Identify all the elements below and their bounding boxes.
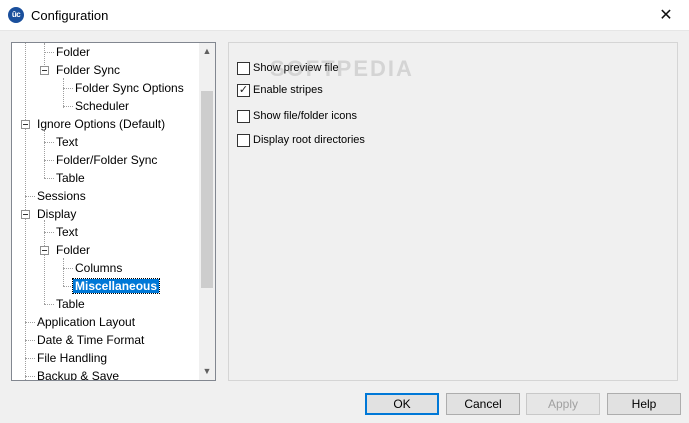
tree-branch	[44, 160, 54, 161]
tree-item-file-handling[interactable]: File Handling	[35, 349, 109, 367]
scroll-down-icon[interactable]: ▼	[199, 363, 215, 380]
tree-item-display-text[interactable]: Text	[54, 223, 80, 241]
tree-branch	[25, 358, 35, 359]
tree-item-date-time-format[interactable]: Date & Time Format	[35, 331, 146, 349]
collapse-icon[interactable]	[21, 210, 30, 219]
tree-item-folder-folder-sync[interactable]: Folder/Folder Sync	[54, 151, 159, 169]
cancel-button[interactable]: Cancel	[446, 393, 520, 415]
tree-line	[63, 258, 64, 286]
scroll-up-icon[interactable]: ▲	[199, 43, 215, 60]
checkbox-show-file-folder-icons[interactable]	[237, 110, 250, 123]
tree-item-application-layout[interactable]: Application Layout	[35, 313, 137, 331]
tree-item-columns[interactable]: Columns	[73, 259, 124, 277]
tree-item-miscellaneous[interactable]: Miscellaneous	[71, 277, 161, 295]
tree-branch	[44, 142, 54, 143]
tree-branch	[44, 52, 54, 53]
tree-scrollbar[interactable]: ▲ ▼	[199, 43, 215, 380]
tree-branch	[63, 286, 73, 287]
tree-item-folder-sync-options[interactable]: Folder Sync Options	[73, 79, 186, 97]
checkbox-show-preview-file[interactable]	[237, 62, 250, 75]
tree-branch	[25, 376, 35, 377]
tree-item-ignore-text[interactable]: Text	[54, 133, 80, 151]
tree-branch	[63, 106, 73, 107]
tree-branch	[25, 322, 35, 323]
title-bar: ûc Configuration ✕	[0, 0, 689, 31]
help-button[interactable]: Help	[607, 393, 681, 415]
tree-content: Folder Folder Sync Folder Sync Options S…	[12, 43, 200, 380]
tree-item-display-table[interactable]: Table	[54, 295, 87, 313]
tree-branch	[63, 88, 73, 89]
close-button[interactable]: ✕	[643, 0, 689, 31]
tree-item-display[interactable]: Display	[35, 205, 78, 223]
collapse-icon[interactable]	[40, 66, 49, 75]
tree-item-scheduler[interactable]: Scheduler	[73, 97, 131, 115]
tree-item-backup-save[interactable]: Backup & Save	[35, 367, 121, 380]
options-panel: Show preview file ✓ Enable stripes Show …	[228, 42, 678, 381]
tree-item-ignore-table[interactable]: Table	[54, 169, 87, 187]
window-title: Configuration	[31, 8, 109, 23]
checkbox-enable-stripes[interactable]: ✓	[237, 84, 250, 97]
apply-button[interactable]: Apply	[526, 393, 600, 415]
tree-item-sessions[interactable]: Sessions	[35, 187, 88, 205]
tree-item-folder[interactable]: Folder	[54, 43, 92, 61]
tree-item-folder-sync[interactable]: Folder Sync	[54, 61, 122, 79]
app-logo-icon: ûc	[8, 7, 24, 23]
tree-branch	[63, 268, 73, 269]
collapse-icon[interactable]	[40, 246, 49, 255]
tree-branch	[25, 196, 35, 197]
tree-item-ignore-options[interactable]: Ignore Options (Default)	[35, 115, 167, 133]
scroll-thumb[interactable]	[201, 91, 213, 288]
tree-line	[44, 130, 45, 178]
settings-tree[interactable]: Folder Folder Sync Folder Sync Options S…	[11, 42, 216, 381]
collapse-icon[interactable]	[21, 120, 30, 129]
tree-item-display-folder[interactable]: Folder	[54, 241, 92, 259]
tree-branch	[25, 340, 35, 341]
tree-branch	[44, 304, 54, 305]
watermark: SOFTPEDIA	[270, 56, 414, 81]
tree-line	[63, 78, 64, 108]
ok-button[interactable]: OK	[365, 393, 439, 415]
checkbox-display-root-directories[interactable]	[237, 134, 250, 147]
tree-branch	[44, 232, 54, 233]
tree-branch	[44, 178, 54, 179]
